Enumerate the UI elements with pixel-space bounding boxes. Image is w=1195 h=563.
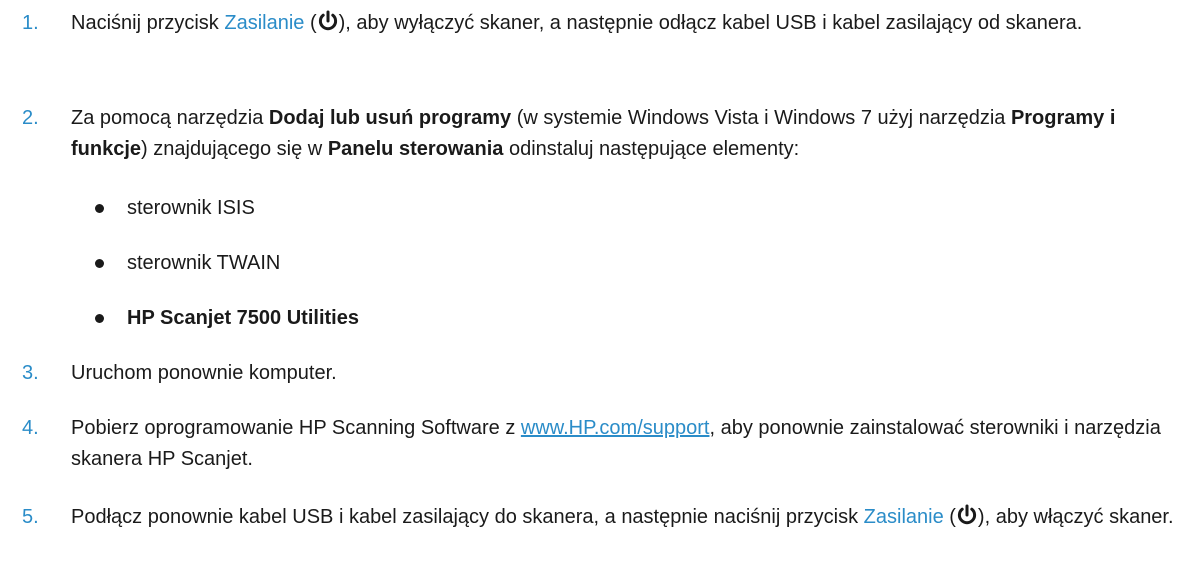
power-button-label: Zasilanie [863, 506, 944, 528]
text-run: (w systemie Windows Vista i Windows 7 uż… [511, 107, 1011, 129]
step-text: Naciśnij przycisk Zasilanie ( ), aby wyłą… [71, 8, 1176, 39]
step-number: 1. [22, 12, 39, 34]
step-text: Podłącz ponownie kabel USB i kabel zasil… [71, 502, 1176, 533]
list-item-text: sterownik TWAIN [127, 252, 281, 274]
list-item-text: sterownik ISIS [127, 197, 255, 219]
text-run: ( [943, 506, 956, 528]
step-number: 5. [22, 506, 39, 528]
list-item-text: HP Scanjet 7500 Utilities [127, 307, 359, 329]
text-run: odinstaluj następujące elementy: [503, 138, 800, 160]
text-run: Pobierz oprogramowanie HP Scanning Softw… [71, 417, 521, 439]
text-run: Za pomocą narzędzia [71, 107, 269, 129]
text-run: Naciśnij przycisk [71, 12, 225, 34]
step-number: 4. [22, 417, 39, 439]
step-text: Uruchom ponownie komputer. [71, 362, 337, 384]
text-run: Podłącz ponownie kabel USB i kabel zasil… [71, 506, 864, 528]
step-number: 3. [22, 362, 39, 384]
bullet-dot [95, 204, 104, 213]
support-link[interactable]: www.HP.com/support [521, 417, 710, 439]
step-text: Za pomocą narzędzia Dodaj lub usuń progr… [71, 103, 1176, 165]
instructions-page: 1. Naciśnij przycisk Zasilanie ( ), aby w… [0, 0, 1195, 563]
power-button-label: Zasilanie [224, 12, 305, 34]
bullet-dot [95, 259, 104, 268]
step-text: Pobierz oprogramowanie HP Scanning Softw… [71, 413, 1176, 475]
ui-term: Panelu sterowania [327, 138, 504, 160]
bullet-dot [95, 314, 104, 323]
power-icon [317, 10, 339, 32]
ui-term: Dodaj lub usuń programy [268, 107, 512, 129]
text-run: ( [304, 12, 317, 34]
text-run: ) znajdującego się w [141, 138, 328, 160]
power-icon [956, 504, 978, 526]
text-run: ), aby włączyć skaner. [977, 506, 1174, 528]
step-number: 2. [22, 107, 39, 129]
text-run: ), aby wyłączyć skaner, a następnie odłą… [338, 12, 1083, 34]
